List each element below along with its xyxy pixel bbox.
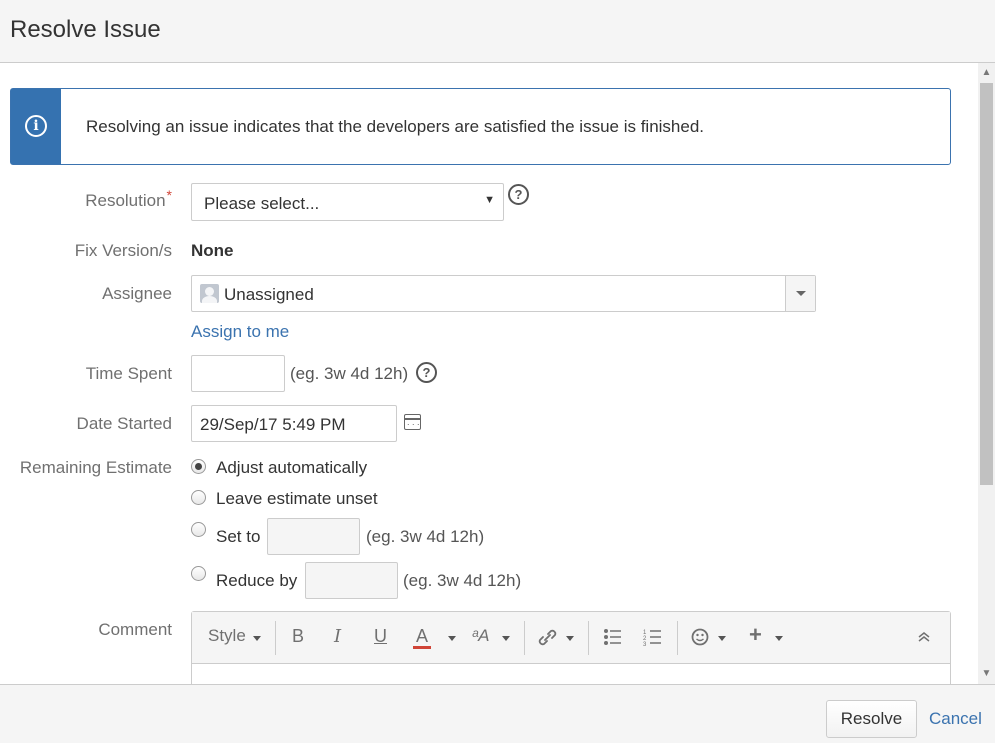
radio-reduce-by[interactable]	[191, 566, 206, 581]
info-icon: i	[25, 115, 47, 137]
editor-toolbar: Style B I U A ᵃA 123 +	[192, 612, 950, 664]
radio-label: Leave estimate unset	[216, 489, 378, 508]
chevron-down-icon[interactable]	[448, 636, 456, 641]
link-icon[interactable]	[536, 627, 558, 647]
radio-set-to[interactable]	[191, 522, 206, 537]
radio-adjust-automatically[interactable]	[191, 459, 206, 474]
collapse-toolbar-icon[interactable]	[917, 630, 931, 644]
avatar	[200, 284, 219, 303]
underline-button[interactable]: U	[374, 626, 387, 647]
numbered-list-icon[interactable]: 123	[643, 628, 663, 646]
resolution-select-value: Please select...	[204, 194, 320, 213]
scroll-up-arrow-icon[interactable]: ▲	[978, 63, 995, 83]
date-started-label: Date Started	[76, 414, 172, 433]
chevron-down-icon: ▼	[484, 194, 495, 206]
bullet-list-icon[interactable]	[603, 628, 623, 646]
set-to-input[interactable]	[267, 518, 360, 555]
assignee-dropdown-button[interactable]	[785, 276, 815, 311]
calendar-icon[interactable]	[404, 414, 421, 430]
info-message: i Resolving an issue indicates that the …	[10, 88, 951, 165]
dialog-footer: Resolve Cancel	[0, 684, 995, 743]
help-icon[interactable]: ?	[508, 184, 529, 205]
fix-versions-value: None	[191, 241, 234, 260]
scroll-thumb[interactable]	[980, 83, 993, 485]
radio-label: Set to	[216, 527, 261, 546]
info-stripe: i	[11, 89, 61, 164]
assignee-value: Unassigned	[224, 285, 314, 304]
assignee-select[interactable]: Unassigned	[191, 275, 816, 312]
reduce-by-hint: (eg. 3w 4d 12h)	[403, 571, 522, 590]
help-icon[interactable]: ?	[416, 362, 437, 383]
svg-text:3: 3	[643, 642, 647, 646]
chevron-down-icon	[775, 636, 783, 641]
date-started-value: 29/Sep/17 5:49 PM	[200, 415, 346, 434]
assign-to-me-link[interactable]: Assign to me	[191, 322, 289, 342]
remaining-estimate-label: Remaining Estimate	[19, 458, 172, 477]
comment-editor[interactable]: Style B I U A ᵃA 123 +	[191, 611, 951, 684]
emoticon-icon[interactable]	[691, 627, 711, 647]
reduce-by-input[interactable]	[305, 562, 398, 599]
comment-label: Comment	[98, 620, 172, 639]
insert-more-icon[interactable]: +	[749, 622, 762, 648]
resolve-button[interactable]: Resolve	[826, 700, 917, 738]
cancel-link[interactable]: Cancel	[929, 709, 982, 729]
chevron-down-icon	[566, 636, 574, 641]
required-marker: *	[166, 187, 172, 203]
scrollbar[interactable]: ▲ ▼	[978, 63, 995, 684]
radio-label: Adjust automatically	[216, 458, 368, 477]
scroll-down-arrow-icon[interactable]: ▼	[978, 664, 995, 684]
resolution-select[interactable]: Please select... ▼	[191, 183, 504, 221]
italic-button[interactable]: I	[334, 626, 341, 647]
set-to-hint: (eg. 3w 4d 12h)	[366, 527, 485, 546]
assignee-label: Assignee	[102, 284, 172, 303]
chevron-down-icon	[253, 636, 261, 641]
date-started-input[interactable]: 29/Sep/17 5:49 PM	[191, 405, 397, 442]
info-text: Resolving an issue indicates that the de…	[86, 117, 705, 136]
chevron-down-icon	[718, 636, 726, 641]
time-spent-label: Time Spent	[85, 364, 172, 383]
fix-versions-label: Fix Version/s	[74, 241, 172, 260]
bold-button[interactable]: B	[292, 626, 304, 647]
dialog-header: Resolve Issue	[0, 0, 995, 63]
text-color-button[interactable]: A	[416, 626, 428, 647]
time-spent-hint: (eg. 3w 4d 12h)	[290, 364, 409, 383]
dialog-title: Resolve Issue	[10, 16, 161, 43]
chevron-down-icon	[502, 636, 510, 641]
radio-leave-estimate-unset[interactable]	[191, 490, 206, 505]
dialog-content: i Resolving an issue indicates that the …	[0, 63, 978, 684]
resolution-label: Resolution*	[85, 187, 172, 210]
text-effects-icon[interactable]: ᵃA	[472, 626, 489, 646]
text-color-bar	[413, 646, 431, 649]
style-dropdown[interactable]: Style	[208, 626, 246, 646]
radio-label: Reduce by	[216, 571, 298, 590]
time-spent-input[interactable]	[191, 355, 285, 392]
